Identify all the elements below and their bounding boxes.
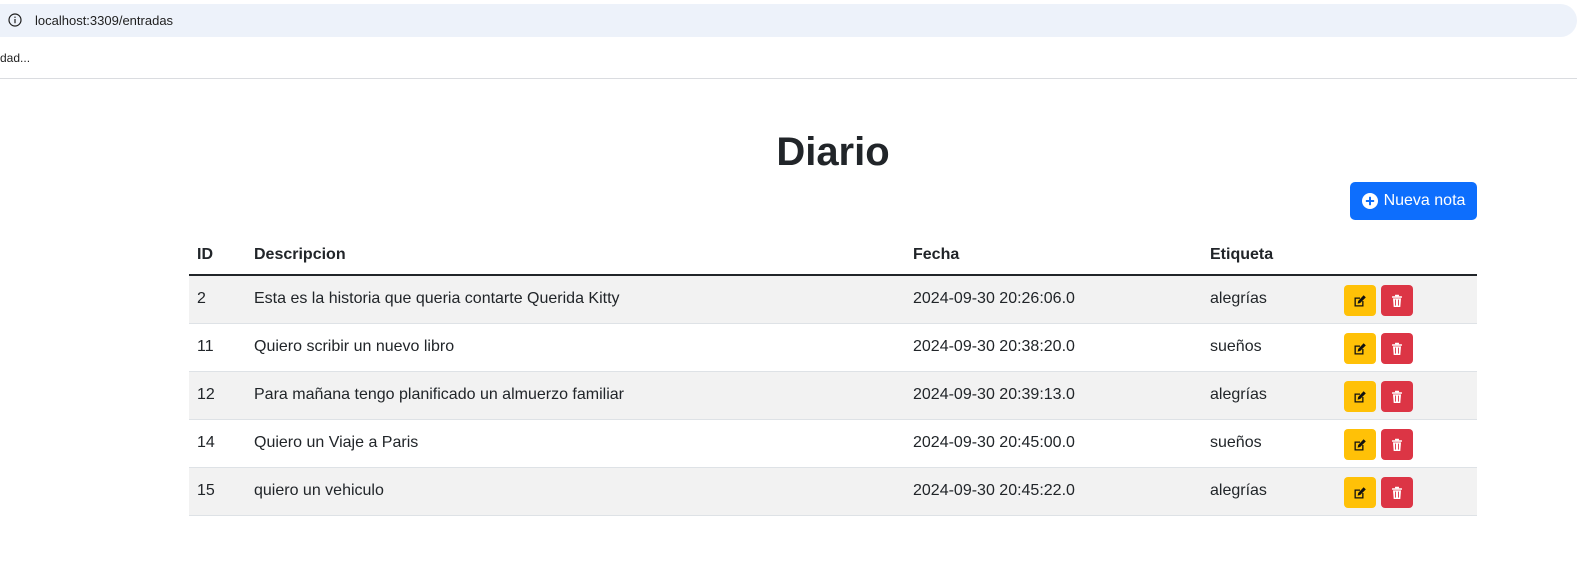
- table-row: 12 Para mañana tengo planificado un almu…: [189, 371, 1477, 420]
- plus-circle-icon: [1361, 193, 1378, 209]
- edit-icon: [1354, 294, 1366, 307]
- url-text[interactable]: localhost:3309/entradas: [35, 12, 173, 29]
- trash-icon: [1392, 390, 1402, 403]
- cell-actions: [1336, 467, 1477, 516]
- table-row: 15 quiero un vehiculo 2024-09-30 20:45:2…: [189, 467, 1477, 516]
- header-description: Descripcion: [246, 236, 905, 276]
- address-bar[interactable]: localhost:3309/entradas: [0, 4, 1577, 37]
- trash-icon: [1392, 342, 1402, 355]
- cell-id: 12: [189, 371, 246, 420]
- table-row: 11 Quiero scribir un nuevo libro 2024-09…: [189, 323, 1477, 372]
- cell-date: 2024-09-30 20:45:22.0: [905, 467, 1202, 516]
- delete-button[interactable]: [1381, 429, 1413, 460]
- cell-actions: [1336, 371, 1477, 420]
- cell-id: 15: [189, 467, 246, 516]
- cell-tag: sueños: [1202, 323, 1336, 372]
- cell-description: Esta es la historia que queria contarte …: [246, 275, 905, 324]
- header-tag: Etiqueta: [1202, 236, 1336, 276]
- cell-tag: sueños: [1202, 419, 1336, 468]
- entries-table-container: ID Descripcion Fecha Etiqueta 2 Esta es …: [189, 236, 1477, 516]
- entries-table: ID Descripcion Fecha Etiqueta 2 Esta es …: [189, 236, 1477, 516]
- bookmarks-bar: dad...: [0, 40, 1577, 79]
- cell-date: 2024-09-30 20:26:06.0: [905, 275, 1202, 324]
- cell-tag: alegrías: [1202, 275, 1336, 324]
- bookmark-item[interactable]: dad...: [0, 51, 30, 65]
- edit-icon: [1354, 486, 1366, 498]
- cell-tag: alegrías: [1202, 467, 1336, 516]
- trash-icon: [1392, 294, 1402, 307]
- table-row: 14 Quiero un Viaje a Paris 2024-09-30 20…: [189, 419, 1477, 468]
- trash-icon: [1392, 486, 1402, 499]
- delete-button[interactable]: [1381, 381, 1413, 412]
- row-actions: [1344, 381, 1469, 412]
- edit-icon: [1354, 342, 1366, 354]
- edit-button[interactable]: [1344, 333, 1376, 364]
- table-header-row: ID Descripcion Fecha Etiqueta: [189, 236, 1477, 276]
- cell-description: Para mañana tengo planificado un almuerz…: [246, 371, 905, 420]
- new-note-button[interactable]: Nueva nota: [1350, 182, 1477, 220]
- delete-button[interactable]: [1381, 333, 1413, 364]
- delete-button[interactable]: [1381, 285, 1413, 317]
- cell-date: 2024-09-30 20:38:20.0: [905, 323, 1202, 372]
- page-title: Diario: [776, 130, 890, 174]
- cell-actions: [1336, 275, 1477, 324]
- row-actions: [1344, 285, 1469, 317]
- cell-date: 2024-09-30 20:45:00.0: [905, 419, 1202, 468]
- row-actions: [1344, 429, 1469, 460]
- header-date: Fecha: [905, 236, 1202, 276]
- header-actions: [1336, 236, 1477, 276]
- new-note-label: Nueva nota: [1383, 192, 1466, 209]
- cell-description: Quiero scribir un nuevo libro: [246, 323, 905, 372]
- cell-description: Quiero un Viaje a Paris: [246, 419, 905, 468]
- browser-toolbar: localhost:3309/entradas: [0, 0, 1577, 40]
- row-actions: [1344, 477, 1469, 508]
- cell-id: 2: [189, 275, 246, 324]
- cell-id: 11: [189, 323, 246, 372]
- edit-icon: [1354, 438, 1366, 450]
- cell-description: quiero un vehiculo: [246, 467, 905, 516]
- edit-button[interactable]: [1344, 285, 1376, 317]
- delete-button[interactable]: [1381, 477, 1413, 508]
- cell-id: 14: [189, 419, 246, 468]
- header-id: ID: [189, 236, 246, 276]
- trash-icon: [1392, 438, 1402, 451]
- edit-button[interactable]: [1344, 429, 1376, 460]
- edit-button[interactable]: [1344, 477, 1376, 508]
- cell-tag: alegrías: [1202, 371, 1336, 420]
- cell-date: 2024-09-30 20:39:13.0: [905, 371, 1202, 420]
- info-icon[interactable]: [8, 13, 22, 27]
- table-row: 2 Esta es la historia que queria contart…: [189, 275, 1477, 324]
- cell-actions: [1336, 323, 1477, 372]
- row-actions: [1344, 333, 1469, 364]
- edit-icon: [1354, 390, 1366, 402]
- edit-button[interactable]: [1344, 381, 1376, 412]
- cell-actions: [1336, 419, 1477, 468]
